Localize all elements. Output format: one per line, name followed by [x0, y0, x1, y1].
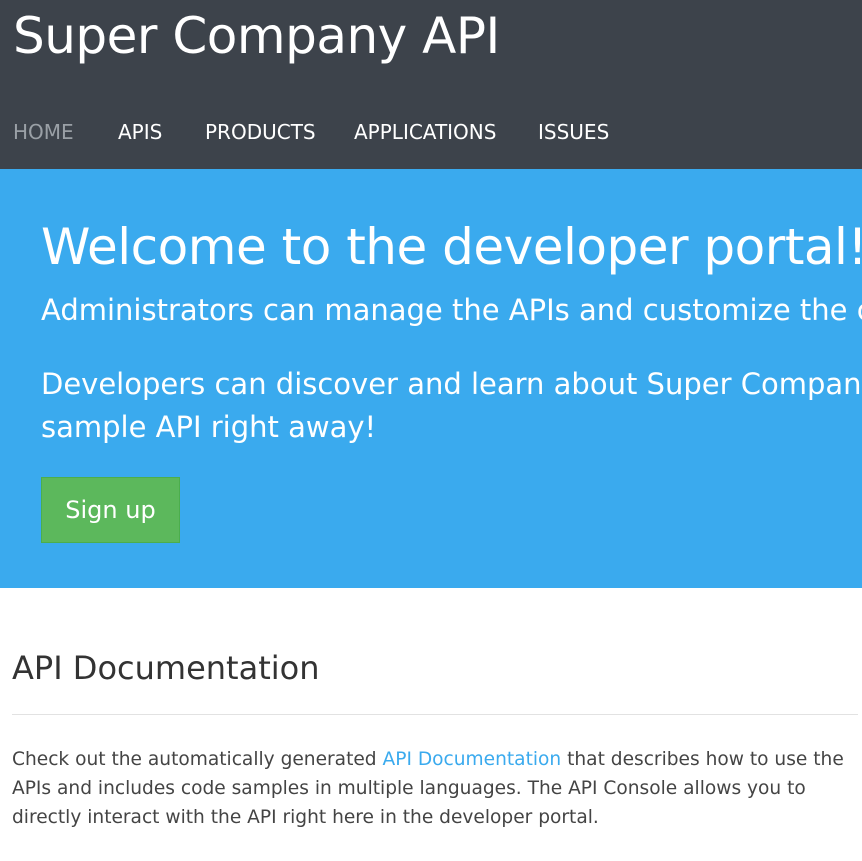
nav-item-apis[interactable]: APIS [118, 112, 162, 152]
doc-text-line-3: directly interact with the API right her… [12, 807, 599, 828]
doc-text-line-1: Check out the automatically generated AP… [12, 745, 858, 774]
section-divider [12, 714, 858, 715]
signup-button[interactable]: Sign up [41, 477, 180, 543]
hero-developer-text: Developers can discover and learn about … [41, 363, 862, 449]
nav-item-issues[interactable]: ISSUES [538, 112, 609, 152]
site-title[interactable]: Super Company API [13, 4, 500, 68]
doc-text-1a: Check out the automatically generated [12, 749, 383, 770]
nav-item-applications[interactable]: APPLICATIONS [354, 112, 496, 152]
api-documentation-link[interactable]: API Documentation [383, 749, 562, 770]
hero-developer-line-1: Developers can discover and learn about … [41, 367, 862, 401]
api-documentation-text: Check out the automatically generated AP… [12, 745, 858, 832]
nav-item-products[interactable]: PRODUCTS [205, 112, 316, 152]
hero-admin-text: Administrators can manage the APIs and c… [41, 293, 862, 327]
nav-item-home[interactable]: HOME [13, 112, 74, 152]
hero-title: Welcome to the developer portal! [41, 218, 862, 276]
api-documentation-title: API Documentation [12, 649, 320, 687]
doc-text-line-2: APIs and includes code samples in multip… [12, 778, 806, 799]
site-header: Super Company API HOME APIS PRODUCTS APP… [0, 0, 862, 169]
doc-text-1b: that describes how to use the [561, 749, 844, 770]
hero-banner: Welcome to the developer portal! Adminis… [0, 169, 862, 588]
hero-developer-line-2: sample API right away! [41, 410, 377, 444]
